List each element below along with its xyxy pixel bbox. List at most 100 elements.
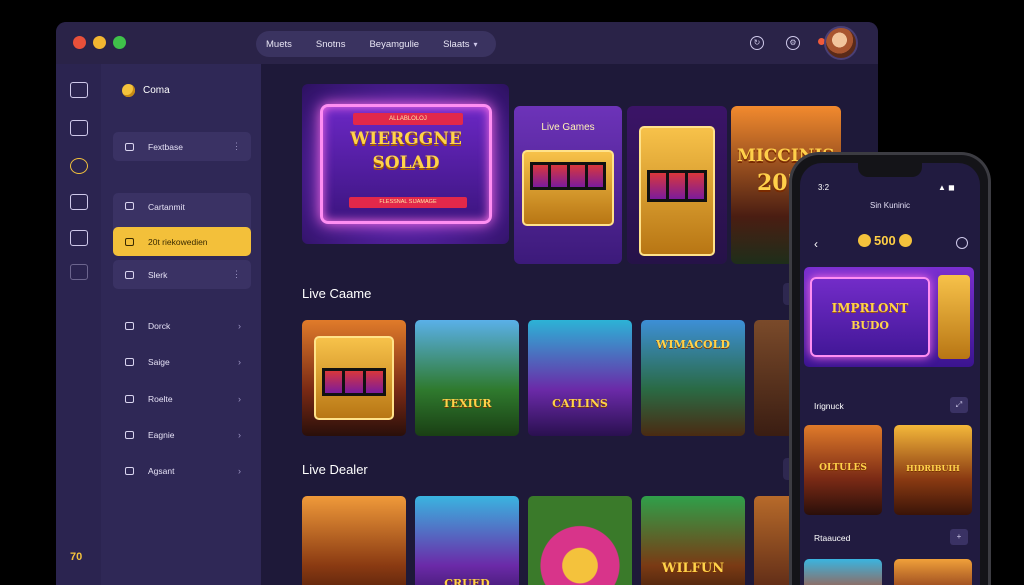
section-title-live-game: Live Caame [302, 286, 372, 301]
phone-game-tile-title: HIDRIBUIH [906, 463, 960, 473]
brand[interactable]: Coma [122, 84, 170, 97]
minimize-window-button[interactable] [93, 36, 106, 49]
nav-item[interactable]: Snotns [316, 39, 346, 50]
page-icon [125, 466, 134, 475]
sidebar-item-label: Saige [148, 356, 170, 367]
section-title-live-dealer: Live Dealer [302, 462, 368, 477]
logo: 70 [70, 551, 83, 563]
sidebar-item-agsant[interactable]: Agsant › [113, 456, 251, 485]
sidebar: Coma Fextbase ⋮ Cartanmit 20t riekowedie… [101, 64, 261, 585]
phone-time: 3:2 [818, 183, 830, 192]
phone-game-tile[interactable]: OLTULES [804, 425, 882, 515]
phone-title: Sin Kuninic [869, 201, 911, 210]
user-icon[interactable] [70, 264, 88, 280]
phone-section-title: Rtaauced [814, 533, 851, 543]
trophy-icon[interactable] [70, 230, 88, 246]
game-tile[interactable] [302, 320, 406, 436]
more-icon: ⋮ [232, 141, 241, 151]
game-tile[interactable]: CRUED [415, 496, 519, 585]
coins-icon[interactable] [70, 194, 88, 210]
banner-bottom-text: FLESSNAL SIJAMAGE [349, 197, 467, 208]
game-tile[interactable] [528, 496, 632, 585]
sidebar-item-label: Eagnie [148, 429, 175, 440]
maximize-window-button[interactable] [113, 36, 126, 49]
game-tile-title: TEXIUR [442, 397, 492, 410]
sidebar-item-saige[interactable]: Saige › [113, 347, 251, 376]
banner-top-text: ALLABLOLOJ [353, 113, 463, 125]
phone-game-tile[interactable] [804, 559, 882, 585]
sidebar-item-slerk[interactable]: Slerk ⋮ [113, 260, 251, 289]
back-icon[interactable]: ‹ [814, 237, 818, 251]
sidebar-item-fextbase[interactable]: Fextbase ⋮ [113, 132, 251, 161]
game-tile[interactable] [754, 320, 794, 436]
banner-line-1: WIERGGNE [350, 129, 462, 149]
hero-banner[interactable]: ALLABLOLOJ WIERGGNE SOLAD FLESSNAL SIJAM… [302, 84, 509, 244]
sidebar-item-dorck[interactable]: Dorck › [113, 311, 251, 340]
game-tile[interactable] [302, 496, 406, 585]
sidebar-item-roelte[interactable]: Roelte › [113, 384, 251, 413]
game-tile[interactable]: CATLINS [528, 320, 632, 436]
game-tile-title: CATLINS [552, 397, 608, 410]
sidebar-item-label: Cartanmit [148, 202, 185, 212]
live-games-card[interactable]: Live Games [514, 106, 622, 264]
chevron-right-icon: › [238, 320, 241, 331]
phone-notch [858, 163, 922, 177]
game-tile-title: WILFUN [661, 561, 725, 576]
phone-section-title: Irignuck [814, 401, 844, 411]
chevron-right-icon: › [238, 393, 241, 404]
phone-game-tile-title: OLTULES [819, 463, 867, 473]
game-tile[interactable] [754, 496, 794, 585]
cart-icon [125, 202, 134, 210]
slot-machine-image [522, 150, 614, 226]
icon-rail: 70 [56, 64, 101, 585]
sidebar-item-label: Dorck [148, 320, 171, 331]
phone-hero-line-2: BUDO [850, 319, 889, 332]
refresh-icon[interactable]: ↻ [750, 36, 764, 50]
page-icon [125, 321, 134, 330]
nav-item[interactable]: Slaats [443, 39, 469, 50]
settings-icon[interactable] [956, 237, 968, 249]
sidebar-item-label: Slerk [148, 269, 168, 280]
phone-game-tile[interactable] [894, 559, 972, 585]
top-navigation: Muets Snotns Beyamgulie Slaats ▾ [256, 31, 496, 57]
slot-card[interactable] [627, 106, 727, 264]
sidebar-item-active[interactable]: 20t riekowedien [113, 227, 251, 256]
grid-icon[interactable] [70, 82, 88, 98]
sidebar-item-label: 20t riekowedien [148, 236, 208, 247]
status-icons: ▲ ◼ [938, 183, 955, 192]
nav-item[interactable]: Beyamgulie [369, 39, 419, 50]
game-tile[interactable]: TEXIUR [415, 320, 519, 436]
slot-machine-image [938, 275, 970, 359]
calendar-icon[interactable] [70, 120, 88, 136]
nav-item[interactable]: Muets [266, 39, 292, 50]
game-tile-title: CRUED [444, 577, 490, 585]
add-icon[interactable]: + [950, 529, 968, 545]
phone-hero-banner[interactable]: IMPRLONT BUDO [804, 267, 974, 367]
chevron-down-icon[interactable]: ▾ [474, 40, 478, 49]
phone-game-tile[interactable]: HIDRIBUIH [894, 425, 972, 515]
slot-machine-image [314, 336, 394, 420]
balance-value: 500 [874, 233, 896, 248]
game-tile[interactable]: WILFUN [641, 496, 745, 585]
phone-screen: 3:2 ▲ ◼ Sin Kuninic ‹ 500 IMPRLONT BUDO … [800, 163, 980, 585]
avatar[interactable] [824, 26, 858, 60]
settings-icon[interactable]: ⚙ [786, 36, 800, 50]
sidebar-item-label: Agsant [148, 465, 175, 476]
page-icon [125, 430, 134, 439]
title-bar: Muets Snotns Beyamgulie Slaats ▾ ↻ ⚙ [56, 22, 878, 64]
phone-hero-line-1: IMPRLONT [831, 301, 909, 315]
game-tile[interactable]: WIMACOLD [641, 320, 745, 436]
coin-icon [898, 234, 912, 247]
phone-mockup: 3:2 ▲ ◼ Sin Kuninic ‹ 500 IMPRLONT BUDO … [789, 152, 991, 585]
browser-window: Muets Snotns Beyamgulie Slaats ▾ ↻ ⚙ 70 … [56, 22, 878, 585]
close-window-button[interactable] [73, 36, 86, 49]
chevron-right-icon: › [238, 429, 241, 440]
balance: 500 [858, 233, 912, 248]
more-icon: ⋮ [232, 269, 241, 279]
expand-icon[interactable]: ⤢ [950, 397, 968, 413]
card-icon [125, 270, 134, 279]
games-icon[interactable] [70, 158, 88, 174]
sidebar-item-eagnie[interactable]: Eagnie › [113, 420, 251, 449]
chevron-right-icon: › [238, 356, 241, 367]
game-tile-title: WIMACOLD [656, 338, 730, 351]
